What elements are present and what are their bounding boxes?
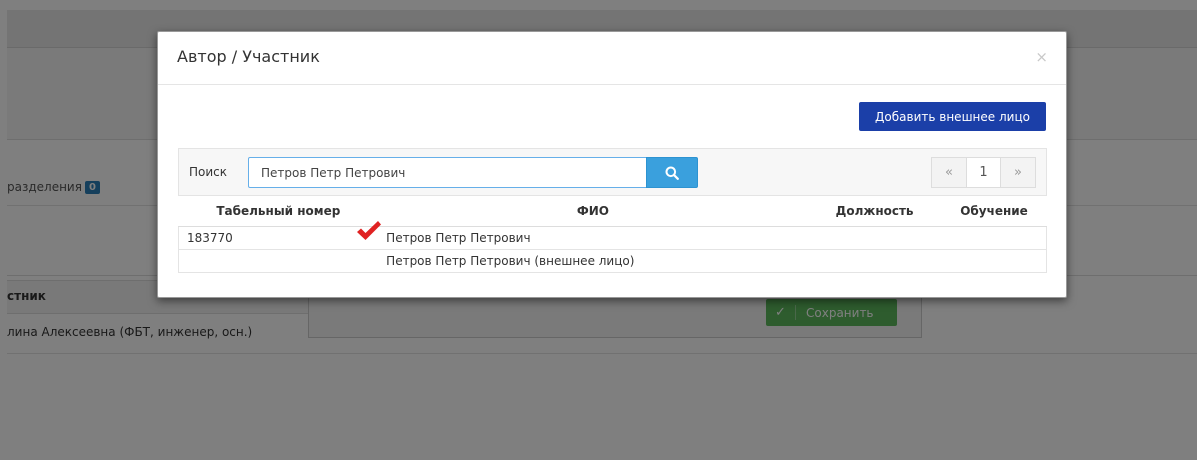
pagination-page[interactable]: 1 xyxy=(966,157,1001,188)
column-header-position[interactable]: Должность xyxy=(807,196,942,227)
close-icon[interactable]: × xyxy=(1035,48,1048,66)
column-header-tab-number[interactable]: Табельный номер xyxy=(178,196,379,227)
author-participant-modal: Автор / Участник × Добавить внешнее лицо… xyxy=(157,31,1067,298)
search-button[interactable] xyxy=(646,157,698,188)
education-cell xyxy=(941,226,1047,250)
column-header-fio[interactable]: ФИО xyxy=(378,196,808,227)
search-panel: Поиск « 1 » xyxy=(178,148,1047,196)
search-results-table: Табельный номер ФИО Должность Обучение 1… xyxy=(178,196,1047,273)
education-cell xyxy=(941,249,1047,273)
search-input[interactable] xyxy=(248,157,647,188)
fio-cell: Петров Петр Петрович (внешнее лицо) xyxy=(378,249,808,273)
tab-number-cell: 183770 xyxy=(178,220,382,250)
modal-title: Автор / Участник xyxy=(177,47,320,66)
table-row[interactable]: 183770 Петров Петр Петрович xyxy=(178,220,1047,250)
add-external-person-button[interactable]: Добавить внешнее лицо xyxy=(859,102,1046,131)
tab-number-cell xyxy=(178,249,379,273)
tab-number: 183770 xyxy=(187,230,233,245)
modal-header: Автор / Участник × xyxy=(158,32,1066,85)
position-cell xyxy=(807,249,942,273)
checkmark-icon xyxy=(357,220,382,240)
table-header-row: Табельный номер ФИО Должность Обучение xyxy=(178,196,1047,227)
position-cell xyxy=(807,226,942,250)
fio-cell: Петров Петр Петрович xyxy=(378,226,808,250)
table-row[interactable]: Петров Петр Петрович (внешнее лицо) xyxy=(178,249,1047,273)
pagination-prev[interactable]: « xyxy=(931,157,967,188)
search-icon xyxy=(665,166,679,180)
pagination-next[interactable]: » xyxy=(1000,157,1036,188)
pagination: « 1 » xyxy=(931,157,1036,188)
search-label: Поиск xyxy=(189,165,228,179)
column-header-education[interactable]: Обучение xyxy=(941,196,1047,227)
